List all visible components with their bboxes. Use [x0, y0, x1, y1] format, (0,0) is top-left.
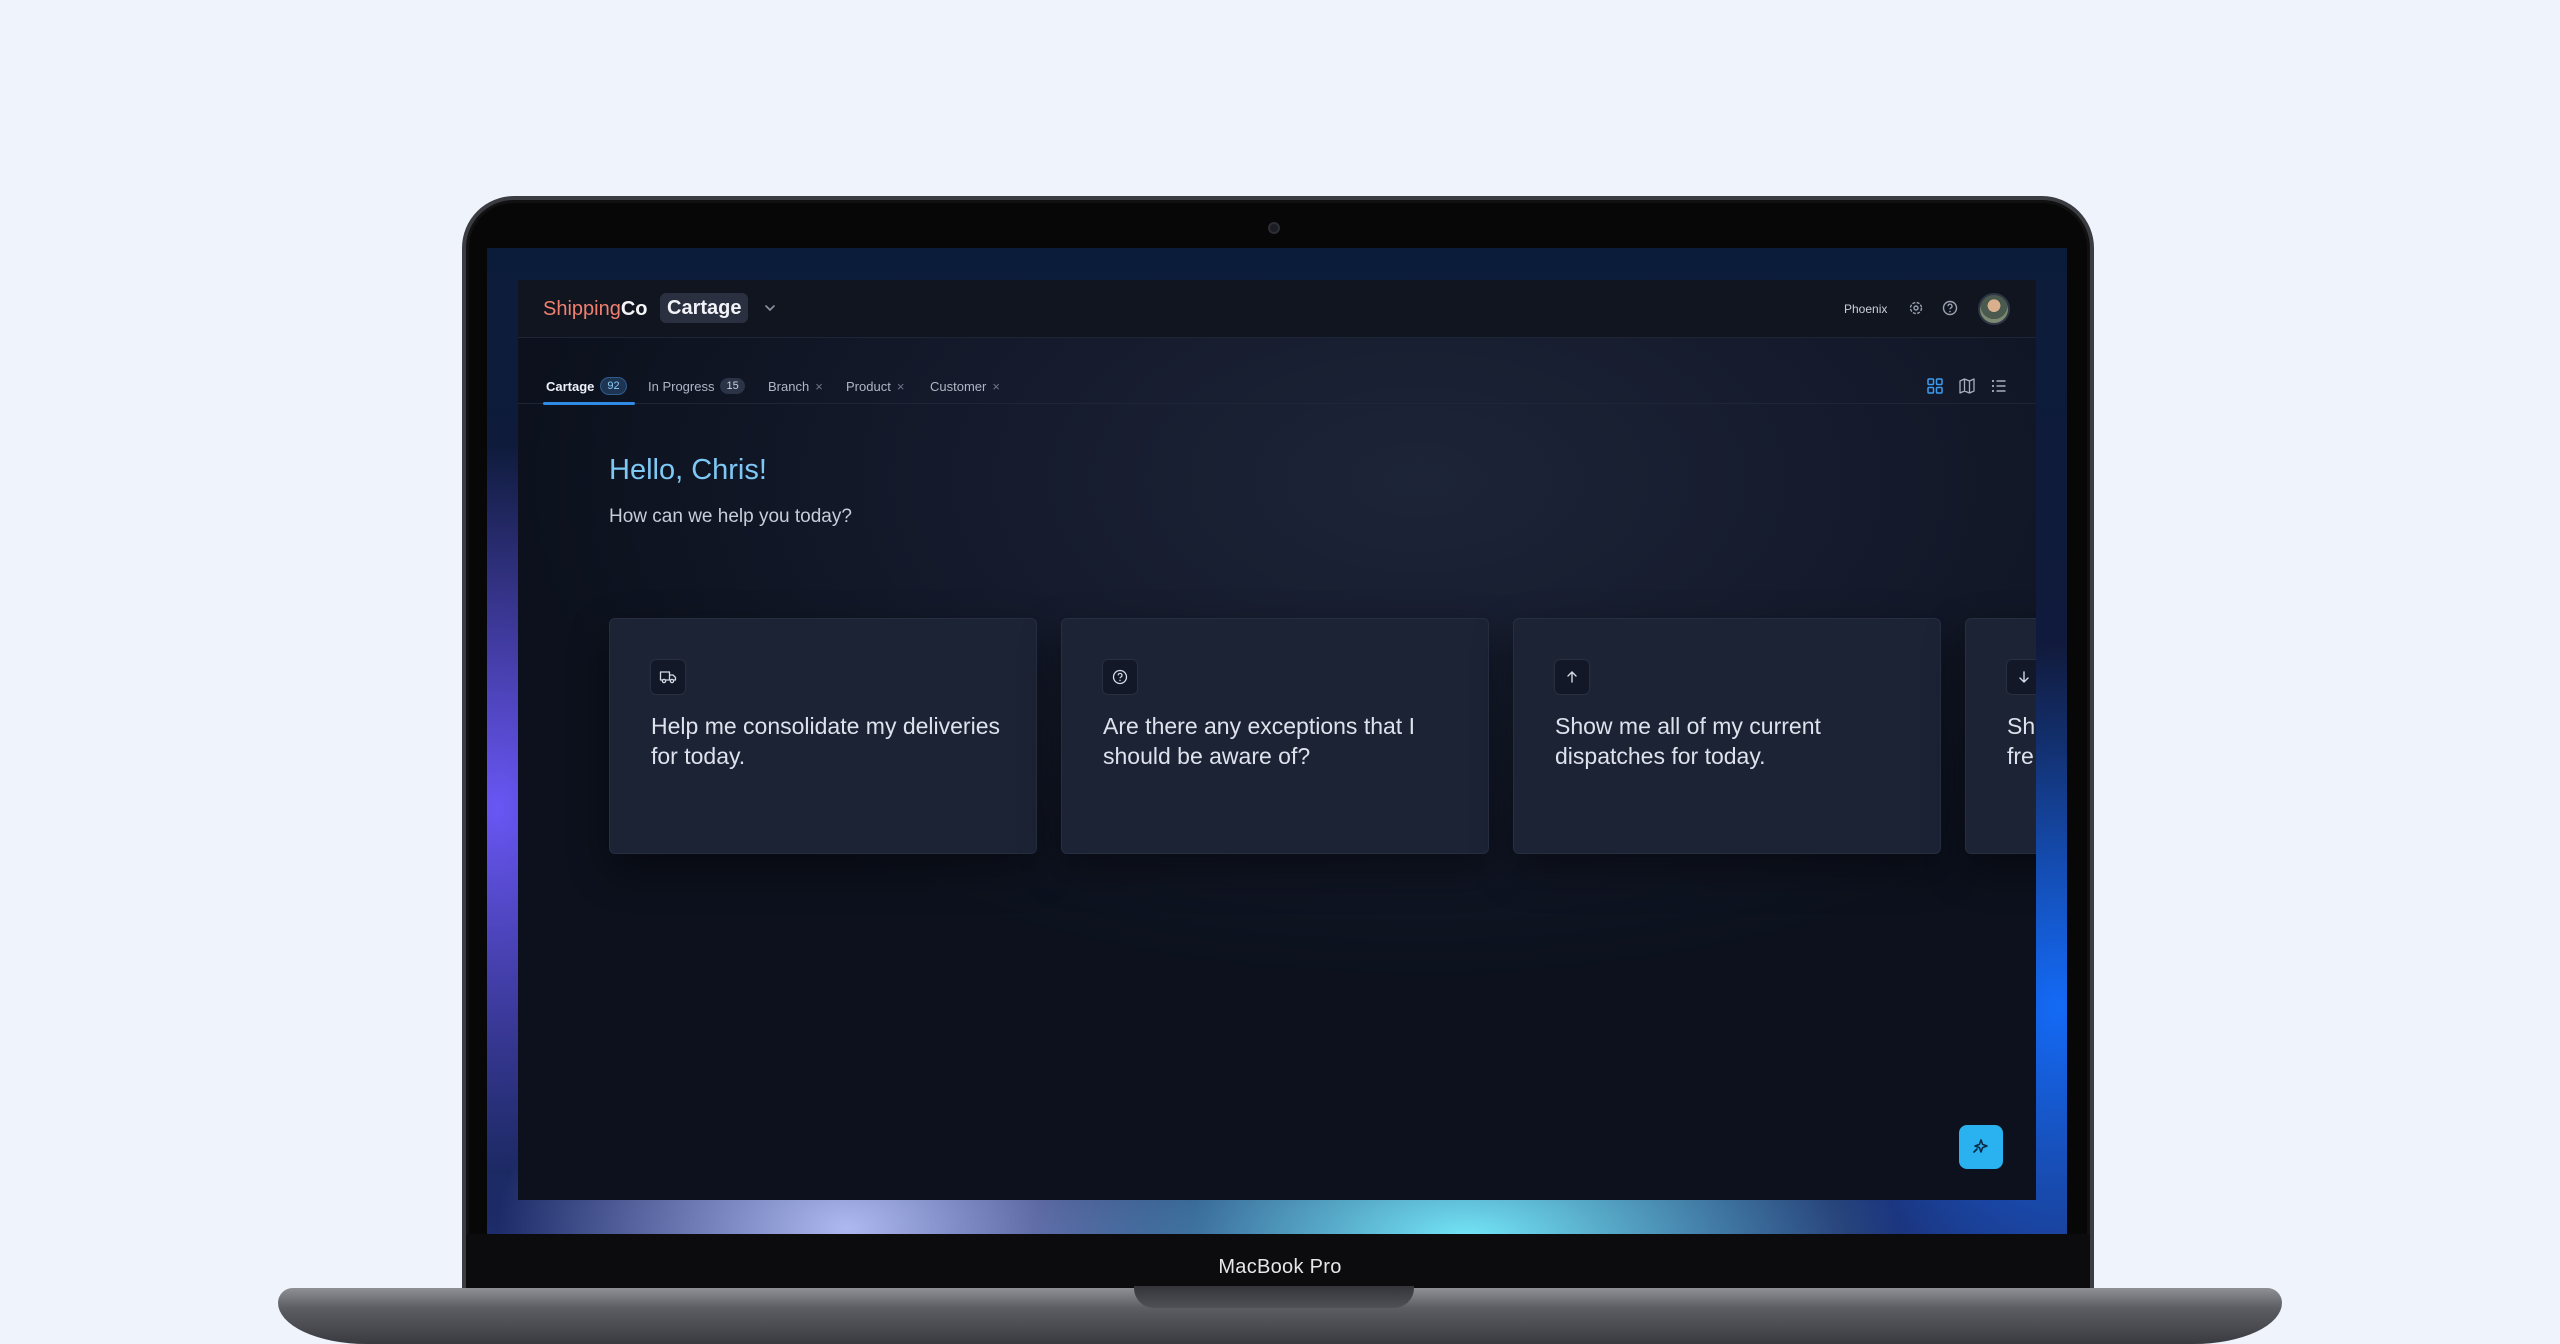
map-view-icon[interactable]	[1958, 377, 1976, 395]
tab-branch[interactable]: Branch ×	[768, 368, 823, 404]
ai-assistant-button[interactable]	[1959, 1125, 2003, 1169]
chevron-down-icon[interactable]	[762, 300, 778, 316]
grid-view-icon[interactable]	[1926, 377, 1944, 395]
top-bar: ShippingCo Cartage Phoenix	[518, 280, 2036, 338]
suggestion-text: Show me all of my current dispatches for…	[1555, 713, 1821, 769]
suggestion-card[interactable]: Sh fre	[1965, 618, 2036, 854]
gear-icon[interactable]	[1906, 298, 1926, 318]
arrow-down-icon	[2006, 659, 2036, 695]
suggestion-text: Help me consolidate my deliveries for to…	[651, 713, 1000, 769]
close-icon[interactable]: ×	[815, 379, 823, 394]
tab-label: Cartage	[546, 378, 595, 394]
question-circle-icon	[1102, 659, 1138, 695]
list-view-icon[interactable]	[1990, 377, 2008, 395]
tab-label: Branch	[768, 378, 810, 394]
suggestion-text: Are there any exceptions that I should b…	[1103, 713, 1415, 769]
laptop-notch	[1134, 1286, 1414, 1308]
avatar[interactable]	[1978, 293, 2010, 325]
tab-in-progress[interactable]: In Progress 15	[648, 368, 745, 404]
logo-part-1: Shipping	[543, 298, 621, 320]
tab-product[interactable]: Product ×	[846, 368, 904, 404]
tab-customer[interactable]: Customer ×	[930, 368, 1000, 404]
logo-part-2: Co	[620, 298, 648, 320]
tab-count-badge: 92	[600, 377, 627, 395]
tab-label: Customer	[930, 378, 987, 394]
module-selector[interactable]: Cartage	[660, 293, 749, 323]
active-tab-indicator	[543, 402, 635, 405]
device-label: MacBook Pro	[1218, 1256, 1342, 1278]
tab-count-badge: 15	[720, 378, 745, 394]
help-icon[interactable]	[1940, 298, 1960, 318]
truck-icon	[650, 659, 686, 695]
app-window: ShippingCo Cartage Phoenix Cartage 92 In…	[518, 280, 2036, 1200]
suggestion-card[interactable]: Show me all of my current dispatches for…	[1513, 618, 1941, 854]
location-label[interactable]: Phoenix	[1844, 302, 1887, 316]
suggestion-card[interactable]: Are there any exceptions that I should b…	[1061, 618, 1489, 854]
greeting-title: Hello, Chris!	[609, 454, 767, 486]
close-icon[interactable]: ×	[992, 379, 1000, 394]
suggestion-text: Sh fre	[2007, 713, 2036, 769]
tab-label: In Progress	[648, 378, 715, 394]
arrow-up-icon	[1554, 659, 1590, 695]
camera-icon	[1268, 222, 1280, 234]
tab-label: Product	[846, 378, 891, 394]
tab-bar: Cartage 92 In Progress 15 Branch × Produ…	[518, 368, 2036, 405]
sparkle-icon	[1973, 1139, 1988, 1153]
tab-cartage[interactable]: Cartage 92	[546, 368, 627, 404]
close-icon[interactable]: ×	[897, 379, 905, 394]
suggestion-card[interactable]: Help me consolidate my deliveries for to…	[609, 618, 1037, 854]
greeting-subtitle: How can we help you today?	[609, 506, 852, 527]
logo[interactable]: ShippingCo	[543, 298, 648, 321]
